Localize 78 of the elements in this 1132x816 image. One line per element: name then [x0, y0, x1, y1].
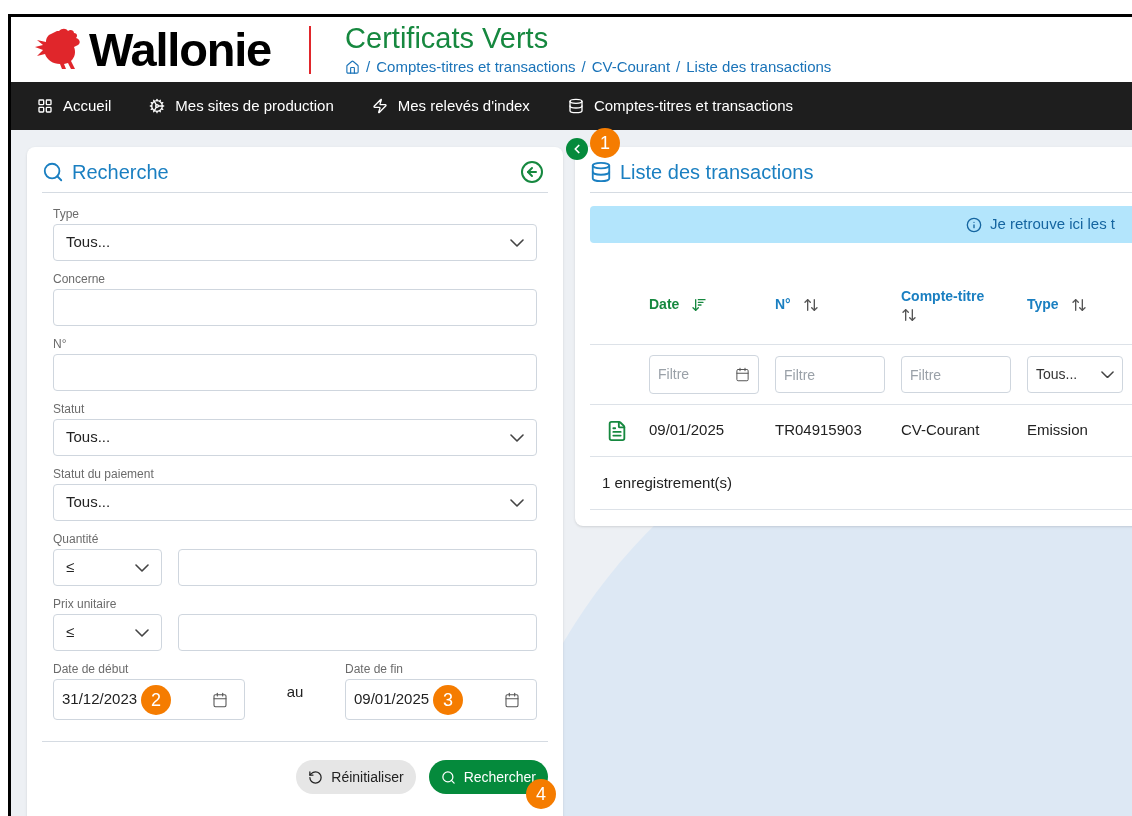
app-title: Certificats Verts [345, 21, 550, 57]
select-field[interactable]: Tous... [53, 419, 537, 456]
select-field[interactable]: Tous... [53, 484, 537, 521]
info-icon [965, 216, 982, 233]
panel-title: Recherche [72, 159, 169, 185]
logo-wordmark[interactable]: Wallonie [89, 26, 272, 73]
chevron-down-icon [510, 433, 524, 442]
numbered-callout: 1 [590, 128, 620, 158]
field-label: Quantité [53, 531, 99, 547]
document-icon[interactable] [606, 419, 628, 442]
collapse-icon[interactable] [520, 159, 544, 184]
date-field[interactable]: 31/12/2023 2 [53, 679, 245, 720]
calendar-icon [735, 367, 750, 382]
column-header[interactable]: Compte-titre [901, 286, 1001, 323]
field-label: Date de début [53, 661, 129, 677]
chevron-down-icon [510, 498, 524, 507]
table-cell-text: 09/01/2025 [649, 420, 726, 441]
column-header[interactable]: Date [649, 294, 749, 315]
table-cell-text: Emission [1027, 420, 1089, 441]
home-icon[interactable] [345, 60, 361, 76]
chevron-down-icon [510, 238, 524, 247]
field-label: N° [53, 336, 67, 352]
breadcrumb-link[interactable]: Liste des transactions [686, 56, 832, 79]
breadcrumb-link[interactable]: Comptes-titres et transactions [376, 56, 576, 79]
nav-item[interactable]: Accueil [37, 94, 112, 118]
nav-icon [149, 98, 166, 114]
nav-icon [567, 98, 584, 114]
select-field[interactable]: ≤ [53, 614, 162, 651]
breadcrumb-separator: / [366, 57, 371, 78]
calendar-icon [504, 691, 520, 708]
record-count: 1 enregistrement(s) [602, 472, 733, 493]
field-label: Concerne [53, 271, 106, 287]
input-field[interactable] [178, 549, 537, 586]
coins-stack-icon [590, 160, 612, 183]
chevron-down-icon [135, 563, 149, 572]
numbered-callout: 2 [141, 684, 172, 715]
info-text: Je retrouve ici les t [989, 214, 1115, 235]
nav-item[interactable]: Mes sites de production [149, 94, 334, 118]
field-label: Statut du paiement [53, 466, 154, 482]
reset-icon [308, 769, 324, 785]
filter-select[interactable]: Tous... [1027, 356, 1123, 393]
nav-icon [371, 98, 388, 114]
input-field[interactable] [53, 354, 537, 391]
column-header[interactable]: Type [1027, 294, 1127, 315]
breadcrumb-separator: / [676, 57, 681, 78]
input-field[interactable] [178, 614, 537, 651]
filter-field[interactable]: Filtre [775, 356, 885, 393]
nav-icon [37, 98, 53, 114]
calendar-icon [212, 691, 228, 708]
range-separator: au [286, 682, 304, 703]
breadcrumb-separator: / [581, 57, 586, 78]
column-header[interactable]: N° [775, 294, 875, 315]
field-label: Type [53, 206, 79, 222]
chevron-down-icon [135, 628, 149, 637]
filter-field[interactable]: Filtre [901, 356, 1011, 393]
select-field[interactable]: Tous... [53, 224, 537, 261]
select-field[interactable]: ≤ [53, 549, 162, 586]
nav-item[interactable]: Comptes-titres et transactions [567, 94, 794, 118]
search-icon [440, 769, 456, 785]
field-label: Date de fin [345, 661, 404, 677]
input-field[interactable] [53, 289, 537, 326]
sort-icon [1070, 296, 1087, 313]
numbered-callout: 3 [433, 684, 464, 715]
collapse-button[interactable] [566, 138, 588, 160]
search-icon [42, 160, 64, 183]
sort-icon [691, 296, 708, 313]
panel-title: Liste des transactions [620, 159, 814, 185]
date-field[interactable]: 09/01/2025 3 [345, 679, 537, 720]
reset-button[interactable]: Réinitialiser [296, 760, 416, 794]
sort-icon [802, 296, 819, 313]
table-cell-text: TR04915903 [775, 420, 863, 441]
field-label: Statut [53, 401, 85, 417]
sort-icon [901, 307, 917, 323]
nav-item[interactable]: Mes relevés d'index [371, 94, 530, 118]
field-label: Prix unitaire [53, 596, 117, 612]
chevron-down-icon [1101, 370, 1114, 379]
table-cell-text: CV-Courant [901, 420, 981, 441]
breadcrumb-link[interactable]: CV-Courant [591, 56, 671, 79]
